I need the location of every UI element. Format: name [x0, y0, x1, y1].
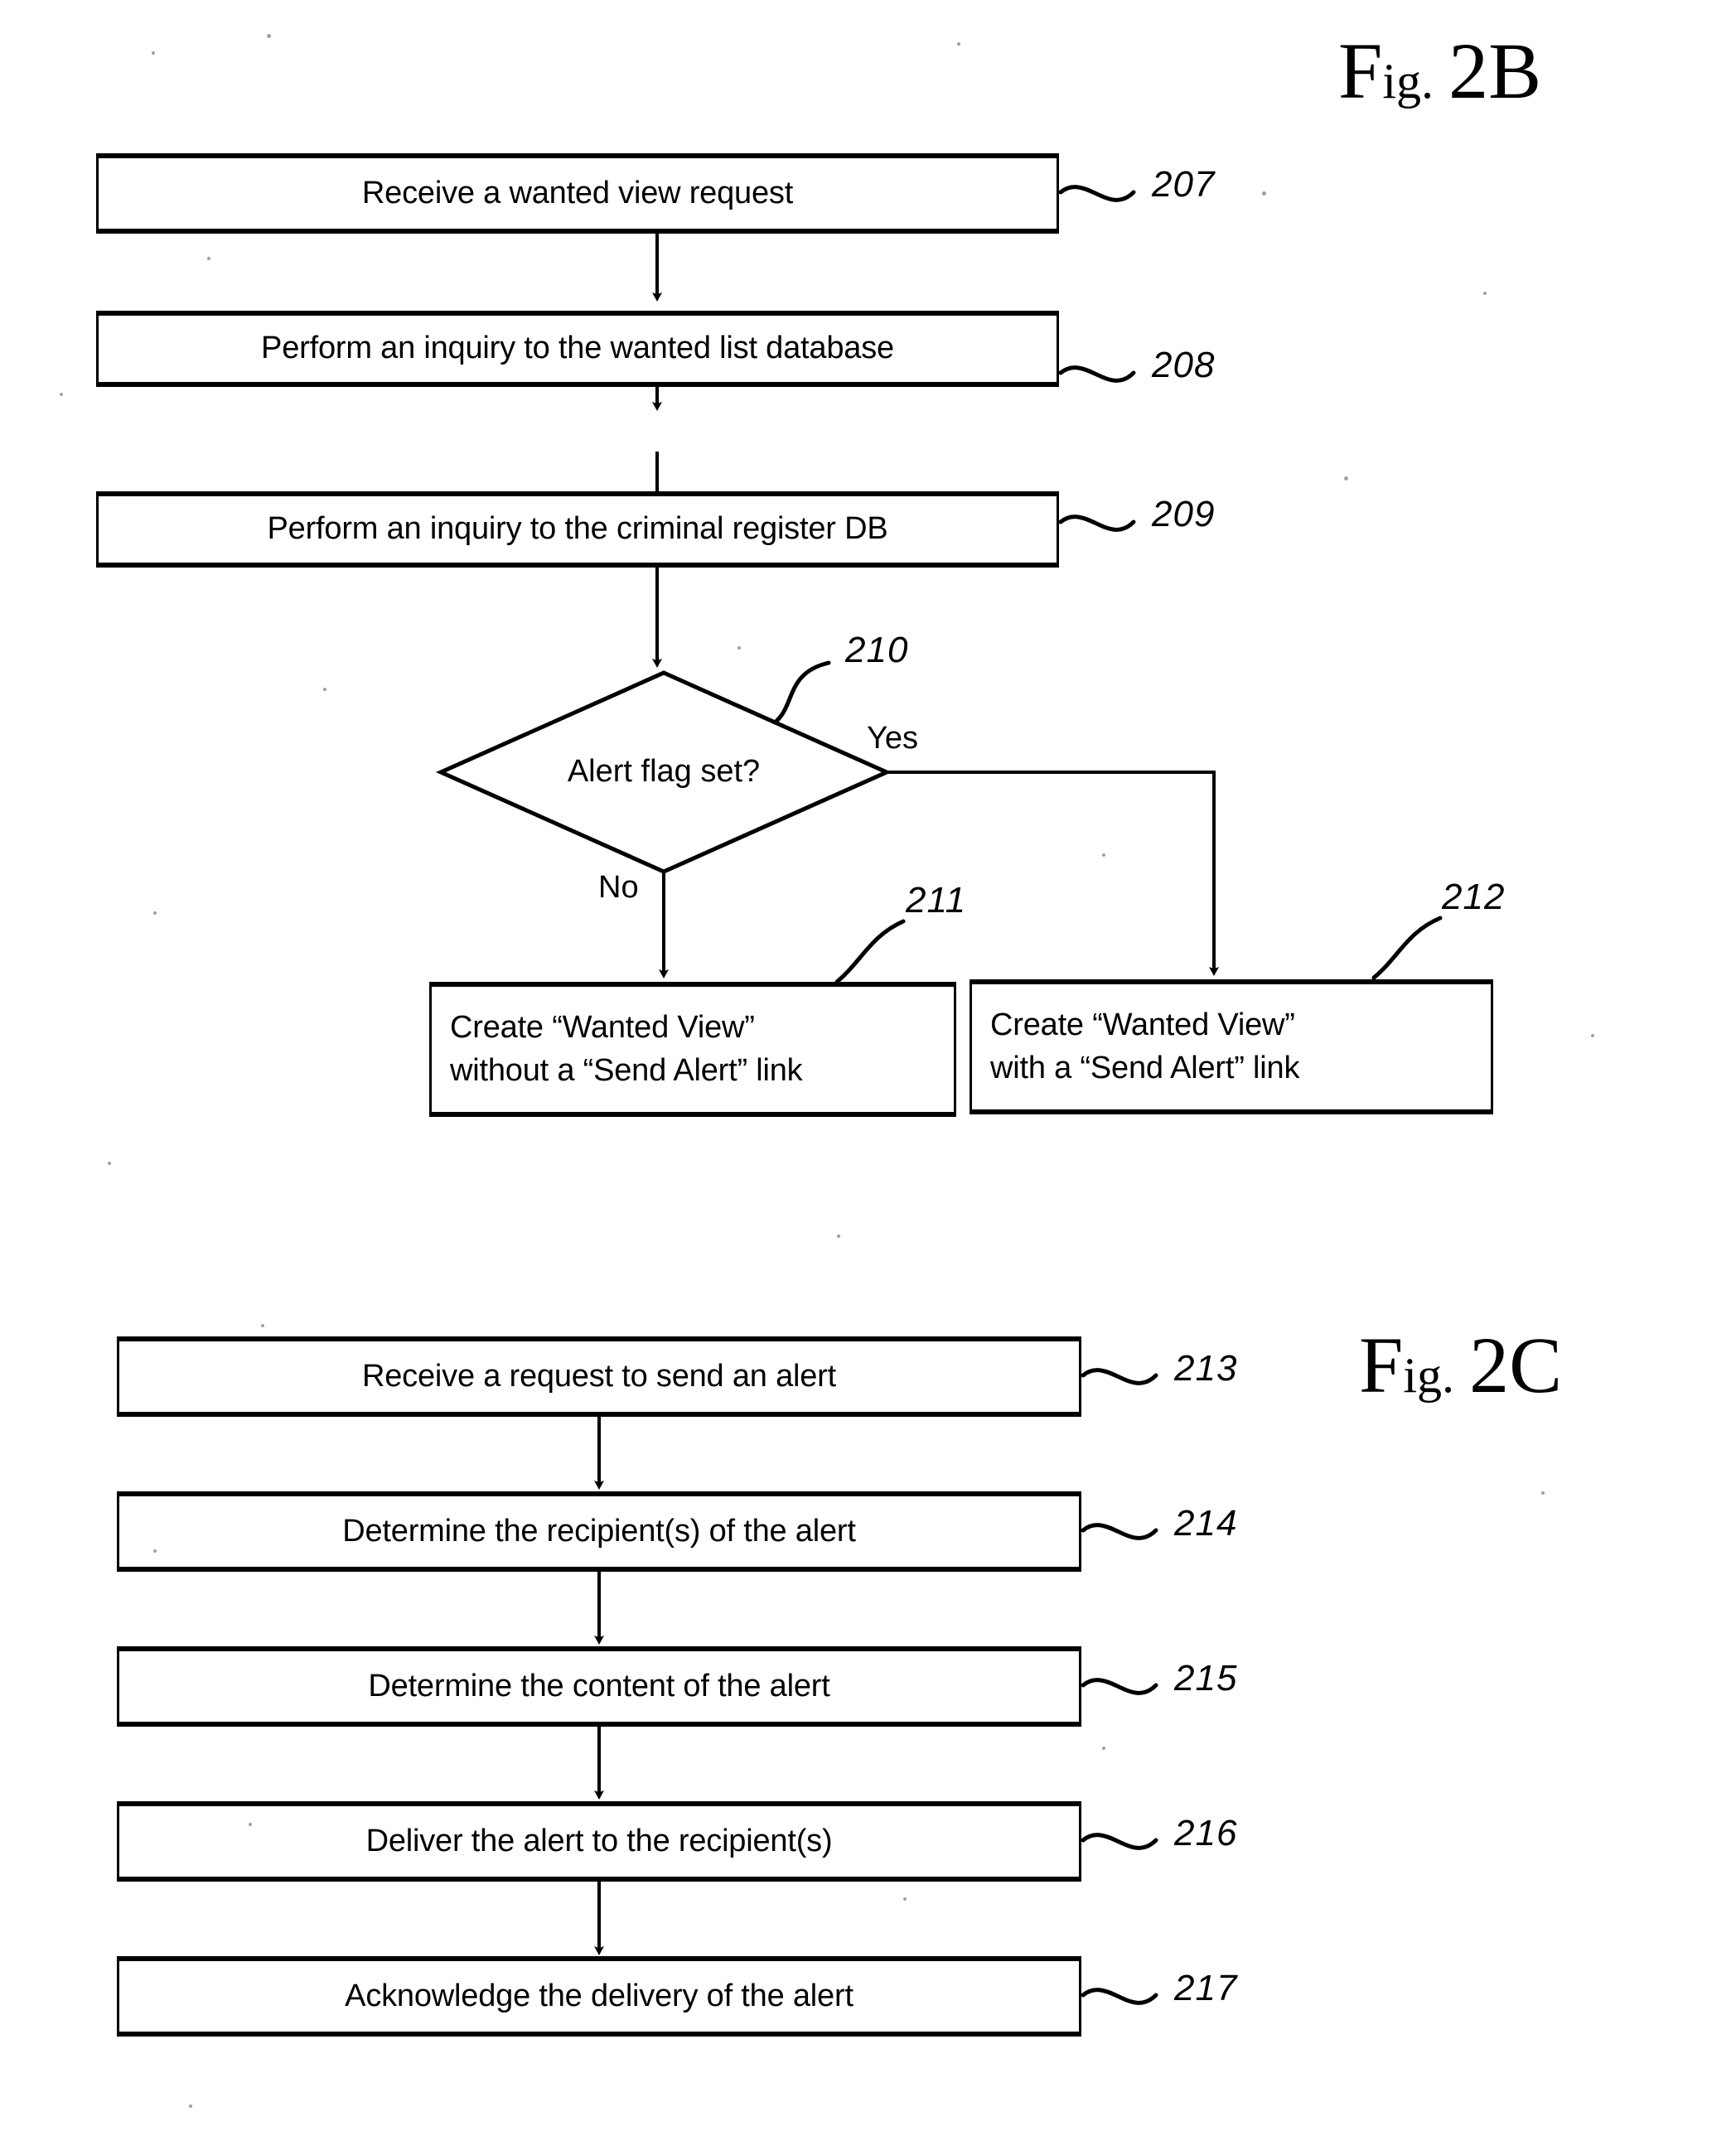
step-box-213: Receive a request to send an alert	[117, 1336, 1081, 1417]
scan-speck	[153, 911, 157, 915]
scan-speck	[207, 257, 210, 260]
figure-title-2c-F: F	[1359, 1321, 1404, 1409]
scan-speck	[152, 51, 155, 55]
reference-number-217: 217	[1174, 1968, 1238, 2008]
scan-speck	[1483, 292, 1487, 295]
figure-title-2b-number: 2B	[1448, 27, 1542, 115]
outcome-box-211: Create “Wanted View” without a “Send Ale…	[429, 982, 956, 1117]
reference-number-215: 215	[1174, 1658, 1238, 1699]
figure-title-2b-ig: ig.	[1382, 54, 1434, 109]
outcome-box-212-line1: Create “Wanted View”	[990, 1008, 1295, 1043]
step-box-215: Determine the content of the alert	[117, 1646, 1081, 1727]
step-box-217-label: Acknowledge the delivery of the alert	[345, 1978, 853, 2013]
step-box-208-label: Perform an inquiry to the wanted list da…	[261, 331, 894, 366]
scan-speck	[323, 688, 326, 691]
step-box-213-label: Receive a request to send an alert	[362, 1358, 836, 1394]
decision-diamond-210-label: Alert flag set?	[567, 754, 761, 789]
reference-number-211: 211	[906, 880, 967, 921]
outcome-box-211-line1: Create “Wanted View”	[450, 1010, 755, 1046]
figure-title-2b: Fig. 2B	[1338, 31, 1541, 111]
patent-figure-page: Fig. 2B Receive a wanted view request 207…	[0, 0, 1736, 2131]
scan-speck	[1102, 1747, 1105, 1750]
step-box-215-label: Determine the content of the alert	[368, 1668, 830, 1703]
figure-title-2c: Fig. 2C	[1359, 1326, 1562, 1405]
outcome-box-212-label: Create “Wanted View” with a “Send Alert”…	[972, 1004, 1309, 1090]
reference-number-209: 209	[1152, 494, 1216, 534]
scan-speck	[153, 1549, 157, 1553]
reference-number-216: 216	[1174, 1813, 1238, 1853]
scan-speck	[1591, 1034, 1594, 1037]
outcome-box-211-label: Create “Wanted View” without a “Send Ale…	[432, 1007, 812, 1092]
figure-title-2b-F: F	[1338, 27, 1383, 115]
step-box-217: Acknowledge the delivery of the alert	[117, 1956, 1081, 2037]
outcome-box-211-line2: without a “Send Alert” link	[450, 1052, 803, 1088]
scan-speck	[249, 1823, 252, 1826]
step-box-208: Perform an inquiry to the wanted list da…	[96, 311, 1059, 387]
scan-speck	[1262, 191, 1266, 196]
scan-speck	[267, 34, 271, 38]
scan-speck	[737, 646, 741, 650]
scan-speck	[837, 1235, 840, 1238]
outcome-box-212-line2: with a “Send Alert” link	[990, 1050, 1300, 1085]
step-box-214: Determine the recipient(s) of the alert	[117, 1491, 1081, 1572]
scan-speck	[108, 1162, 111, 1165]
reference-number-212: 212	[1442, 877, 1506, 917]
reference-number-210: 210	[845, 630, 909, 670]
reference-number-208: 208	[1152, 345, 1216, 385]
scan-speck	[1541, 1491, 1545, 1495]
step-box-209: Perform an inquiry to the criminal regis…	[96, 491, 1059, 568]
reference-number-214: 214	[1174, 1503, 1238, 1544]
step-box-209-label: Perform an inquiry to the criminal regis…	[267, 511, 888, 547]
step-box-216-label: Deliver the alert to the recipient(s)	[365, 1823, 833, 1858]
scan-speck	[957, 42, 960, 46]
reference-number-207: 207	[1152, 164, 1216, 205]
scan-speck	[1102, 853, 1105, 857]
outcome-box-212: Create “Wanted View” with a “Send Alert”…	[970, 979, 1493, 1114]
branch-label-yes: Yes	[867, 721, 918, 756]
figure-title-2c-ig: ig.	[1403, 1348, 1455, 1403]
branch-label-no: No	[598, 870, 639, 905]
reference-number-213: 213	[1174, 1348, 1238, 1389]
step-box-207: Receive a wanted view request	[96, 153, 1059, 234]
scan-speck	[903, 1897, 907, 1901]
scan-speck	[189, 2104, 192, 2108]
step-box-216: Deliver the alert to the recipient(s)	[117, 1801, 1081, 1882]
scan-speck	[261, 1324, 264, 1327]
scan-speck	[1344, 476, 1348, 481]
scan-speck	[60, 393, 63, 396]
step-box-207-label: Receive a wanted view request	[361, 175, 794, 210]
step-box-214-label: Determine the recipient(s) of the alert	[342, 1513, 856, 1549]
figure-title-2c-number: 2C	[1469, 1321, 1563, 1409]
